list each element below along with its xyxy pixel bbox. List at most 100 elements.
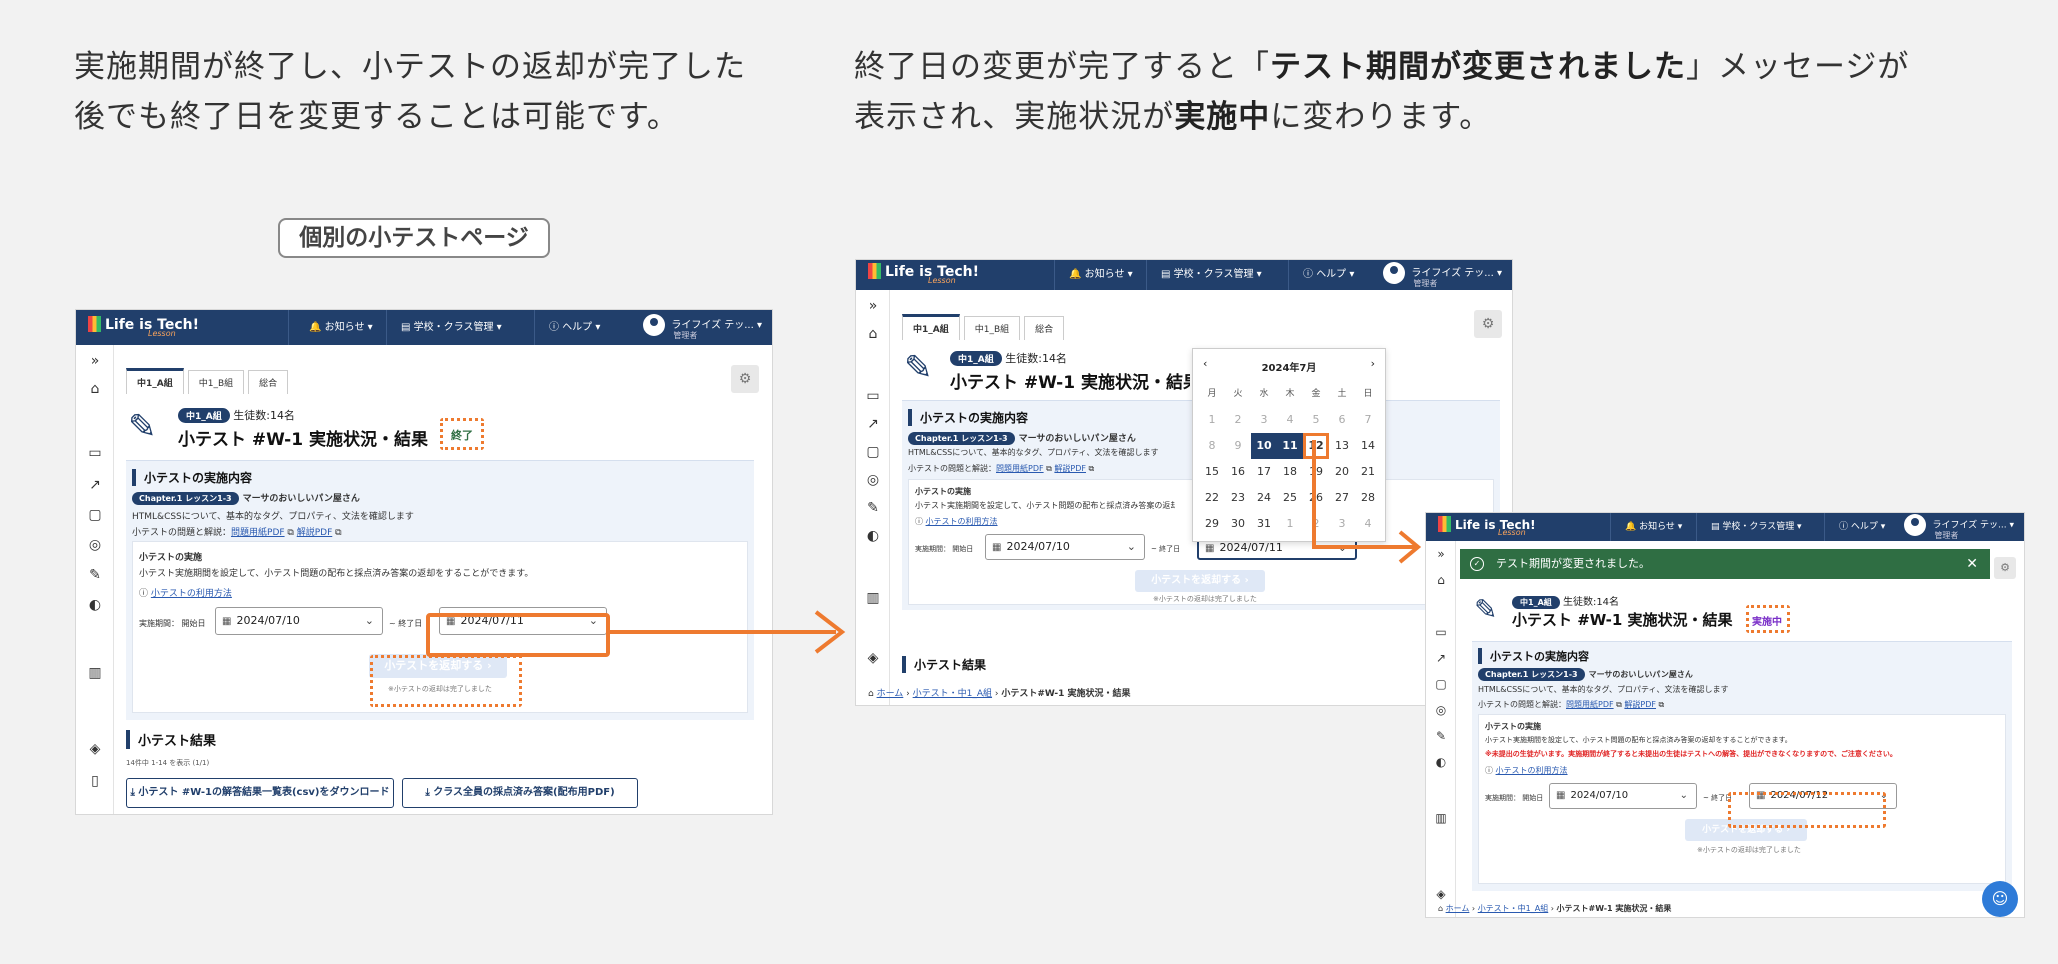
settings-gear-icon[interactable]: ⚙	[1474, 310, 1502, 338]
download-csv-button[interactable]: ⤓ 小テスト #W-1の解答結果一覧表(csv)をダウンロード	[126, 778, 394, 808]
breadcrumb-list[interactable]: 小テスト・中1_A組	[1478, 904, 1549, 913]
question-pdf-link[interactable]: 問題用紙PDF	[1566, 700, 1614, 709]
calendar-day[interactable]: 17	[1251, 459, 1277, 485]
nav-notice[interactable]: 🔔 お知らせ ▾	[1610, 513, 1696, 541]
screen-icon[interactable]: ▢	[1432, 677, 1450, 691]
user-menu[interactable]: ライフイズ テッ... ▾ 管理者	[1904, 514, 2014, 541]
chart-icon[interactable]: ▥	[86, 665, 104, 681]
palette-icon[interactable]: ◐	[86, 597, 104, 613]
home-icon[interactable]: ⌂	[86, 381, 104, 397]
trend-icon[interactable]: ↗	[86, 477, 104, 493]
logo[interactable]: Life is Tech! Lesson	[868, 263, 979, 285]
settings-gear-icon[interactable]: ⚙	[1994, 557, 2016, 579]
chart-icon[interactable]: ▥	[864, 590, 882, 606]
breadcrumb-home[interactable]: ホーム	[1446, 904, 1470, 913]
start-date-field[interactable]: ▦ 2024/07/10 ⌄	[1549, 783, 1697, 809]
nav-help[interactable]: ⓘ ヘルプ ▾	[1288, 260, 1368, 290]
usage-link[interactable]: ⓘ 小テストの利用方法	[915, 516, 998, 527]
question-pdf-link[interactable]: 問題用紙PDF	[996, 464, 1044, 473]
calendar-day[interactable]: 23	[1225, 485, 1251, 511]
chart-icon[interactable]: ▥	[1432, 811, 1450, 825]
usage-link[interactable]: ⓘ 小テストの利用方法	[1485, 765, 1568, 776]
results-heading: 小テスト結果	[902, 656, 986, 673]
tab-class-a[interactable]: 中1_A組	[126, 368, 184, 394]
monitor-icon[interactable]: ▭	[864, 388, 882, 404]
calendar-day[interactable]: 30	[1225, 511, 1251, 537]
check-icon[interactable]: ◎	[1432, 703, 1450, 717]
expand-icon[interactable]: »	[1432, 547, 1450, 561]
tab-total[interactable]: 総合	[248, 370, 289, 394]
answer-pdf-link[interactable]: 解説PDF	[1624, 700, 1656, 709]
start-date-field[interactable]: ▦ 2024/07/10 ⌄	[215, 607, 383, 635]
check-icon[interactable]: ◎	[86, 537, 104, 553]
breadcrumb-list[interactable]: 小テスト・中1_A組	[913, 689, 992, 699]
calendar-day[interactable]: 6	[1329, 407, 1355, 433]
nav-help[interactable]: ⓘ ヘルプ ▾	[534, 310, 614, 345]
return-button[interactable]: 小テストを返却する ›	[1135, 570, 1265, 592]
nav-school[interactable]: ▤ 学校・クラス管理 ▾	[1696, 513, 1816, 541]
calendar-day[interactable]: 3	[1251, 407, 1277, 433]
trend-icon[interactable]: ↗	[864, 416, 882, 432]
calendar-day[interactable]: 4	[1277, 407, 1303, 433]
breadcrumb-home[interactable]: ホーム	[877, 689, 904, 699]
user-menu[interactable]: ライフイズ テッ... ▾ 管理者	[1383, 262, 1502, 289]
calendar-day[interactable]: 7	[1355, 407, 1381, 433]
palette-icon[interactable]: ◐	[1432, 755, 1450, 769]
usage-link[interactable]: ⓘ 小テストの利用方法	[139, 586, 232, 599]
shield-icon[interactable]: ◈	[1432, 887, 1450, 901]
answer-pdf-link[interactable]: 解説PDF	[1054, 464, 1086, 473]
next-month-icon[interactable]: ›	[1371, 357, 1375, 370]
calendar-day[interactable]: 2	[1225, 407, 1251, 433]
pen-icon[interactable]: ✎	[864, 500, 882, 516]
screen-icon[interactable]: ▢	[86, 507, 104, 523]
tab-class-b[interactable]: 中1_B組	[963, 316, 1021, 340]
calendar-day[interactable]: 1	[1199, 407, 1225, 433]
close-icon[interactable]: ✕	[1966, 549, 1978, 579]
calendar-day[interactable]: 16	[1225, 459, 1251, 485]
tab-class-b[interactable]: 中1_B組	[187, 370, 245, 394]
calendar-day[interactable]: 22	[1199, 485, 1225, 511]
shield-icon[interactable]: ◈	[864, 650, 882, 666]
home-icon[interactable]: ⌂	[1432, 573, 1450, 587]
chat-help-icon[interactable]: ☺	[1982, 881, 2018, 917]
user-menu[interactable]: ライフイズ テッ... ▾ 管理者	[643, 314, 762, 341]
shield-icon[interactable]: ◈	[86, 741, 104, 757]
breadcrumb-current: 小テスト#W-1 実施状況・結果	[1556, 904, 1672, 913]
answer-pdf-link[interactable]: 解説PDF	[297, 528, 333, 538]
check-icon[interactable]: ◎	[864, 472, 882, 488]
calendar-day[interactable]: 9	[1225, 433, 1251, 459]
download-pdf-button[interactable]: ⤓ クラス全員の採点済み答案(配布用PDF)	[402, 778, 638, 808]
nav-notice[interactable]: 🔔 お知らせ ▾	[1054, 260, 1147, 290]
content-heading: 小テストの実施内容	[908, 409, 1028, 426]
screen-icon[interactable]: ▢	[864, 444, 882, 460]
expand-icon[interactable]: »	[86, 353, 104, 369]
pen-icon[interactable]: ✎	[1432, 729, 1450, 743]
calendar-day[interactable]: 29	[1199, 511, 1225, 537]
monitor-icon[interactable]: ▭	[86, 445, 104, 461]
class-pill: 中1_A組	[178, 408, 230, 423]
doc-icon[interactable]: ▯	[86, 773, 104, 789]
logo[interactable]: Life is Tech! Lesson	[88, 316, 199, 338]
start-date-field[interactable]: ▦ 2024/07/10 ⌄	[985, 534, 1145, 560]
home-icon[interactable]: ⌂	[864, 326, 882, 342]
calendar-day[interactable]: 15	[1199, 459, 1225, 485]
palette-icon[interactable]: ◐	[864, 528, 882, 544]
nav-notice[interactable]: 🔔 お知らせ ▾	[288, 310, 387, 345]
nav-school[interactable]: ▤ 学校・クラス管理 ▾	[1146, 260, 1276, 290]
nav-help[interactable]: ⓘ ヘルプ ▾	[1824, 513, 1899, 541]
calendar-day[interactable]: 8	[1199, 433, 1225, 459]
nav-school[interactable]: ▤ 学校・クラス管理 ▾	[386, 310, 516, 345]
monitor-icon[interactable]: ▭	[1432, 625, 1450, 639]
settings-gear-icon[interactable]: ⚙	[731, 365, 759, 393]
calendar-day[interactable]: 24	[1251, 485, 1277, 511]
pen-icon[interactable]: ✎	[86, 567, 104, 583]
question-pdf-link[interactable]: 問題用紙PDF	[231, 528, 285, 538]
logo[interactable]: Life is Tech! Lesson	[1438, 516, 1536, 537]
tab-total[interactable]: 総合	[1024, 316, 1065, 340]
expand-icon[interactable]: »	[864, 298, 882, 314]
calendar-day[interactable]: 5	[1303, 407, 1329, 433]
tab-class-a[interactable]: 中1_A組	[902, 314, 960, 340]
trend-icon[interactable]: ↗	[1432, 651, 1450, 665]
calendar-day[interactable]: 31	[1251, 511, 1277, 537]
calendar-day[interactable]: 10	[1251, 433, 1277, 459]
